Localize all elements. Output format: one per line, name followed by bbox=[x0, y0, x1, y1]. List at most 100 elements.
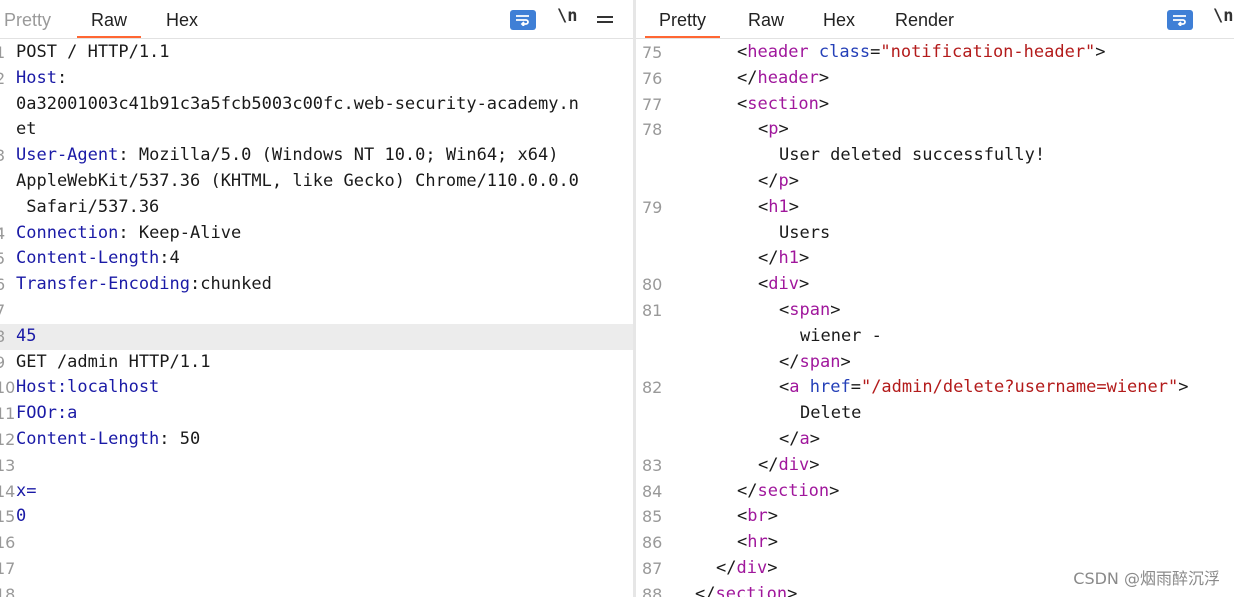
line-text: </a> bbox=[779, 427, 820, 453]
line-number: 2 bbox=[0, 68, 6, 88]
request-tab-pretty[interactable]: Pretty bbox=[4, 0, 51, 38]
code-line: 17 bbox=[0, 556, 633, 582]
line-text: <h1> bbox=[758, 195, 799, 221]
code-token: > bbox=[788, 196, 799, 217]
line-number: 5 bbox=[0, 249, 6, 269]
wrap-lines-icon[interactable] bbox=[1167, 10, 1193, 30]
code-token: wiener - bbox=[800, 325, 882, 346]
code-token: 0a32001003c41b91c3a5fcb5003c00fc.web-sec… bbox=[16, 93, 579, 114]
line-number: 82 bbox=[642, 378, 663, 398]
code-token: < bbox=[779, 377, 790, 398]
line-text: <div> bbox=[758, 272, 809, 298]
code-token: GET /admin HTTP/1.1 bbox=[16, 351, 211, 372]
code-token: et bbox=[16, 119, 37, 140]
line-text: wiener - bbox=[800, 324, 882, 350]
code-line: et bbox=[0, 117, 633, 143]
line-text: Delete bbox=[800, 401, 861, 427]
line-number: 80 bbox=[642, 275, 663, 295]
line-number: 7 bbox=[0, 300, 6, 320]
code-token: a bbox=[789, 377, 800, 398]
code-token: 0 bbox=[16, 506, 27, 527]
line-text: </div> bbox=[716, 556, 777, 582]
code-token: "notification-header" bbox=[880, 42, 1096, 62]
line-number: 77 bbox=[642, 94, 663, 114]
code-token: < bbox=[737, 42, 748, 62]
code-token: > bbox=[767, 557, 778, 578]
code-line: 78 <p> bbox=[636, 117, 1234, 143]
code-line: User deleted successfully! bbox=[636, 143, 1234, 169]
code-token: div bbox=[778, 454, 810, 475]
response-tabbar: Pretty Raw Hex Render \n bbox=[636, 0, 1234, 39]
line-text: 0 bbox=[16, 504, 26, 530]
watermark: CSDN @烟雨醉沉浮 bbox=[1073, 569, 1220, 588]
line-number: 76 bbox=[642, 68, 663, 88]
line-number: 85 bbox=[642, 507, 663, 527]
code-token: "/admin/delete?username=wiener" bbox=[860, 377, 1179, 398]
line-text: GET /admin HTTP/1.1 bbox=[16, 350, 210, 376]
code-line: 6 Transfer-Encoding:chunked bbox=[0, 272, 633, 298]
code-token: </ bbox=[695, 583, 716, 597]
line-number: 12 bbox=[0, 429, 16, 449]
request-tab-raw[interactable]: Raw bbox=[76, 0, 142, 38]
code-line: 2 Host: bbox=[0, 66, 633, 92]
line-number: 8 bbox=[0, 326, 6, 346]
code-line: </span> bbox=[636, 350, 1234, 376]
menu-icon[interactable] bbox=[597, 16, 613, 30]
line-number: 17 bbox=[0, 558, 16, 578]
request-tab-hex[interactable]: Hex bbox=[166, 0, 198, 38]
code-line: wiener - bbox=[636, 324, 1234, 350]
code-line: 76 </header> bbox=[636, 66, 1234, 92]
line-text: Safari/537.36 bbox=[16, 195, 159, 221]
line-text: </h1> bbox=[758, 246, 809, 272]
code-line: 13 bbox=[0, 453, 633, 479]
code-line: 14 x= bbox=[0, 479, 633, 505]
newline-toggle-icon[interactable]: \n bbox=[1213, 6, 1233, 28]
code-token: User deleted successfully! bbox=[779, 145, 1046, 166]
line-text: x= bbox=[16, 479, 36, 505]
code-line: 85 <br> bbox=[636, 504, 1234, 530]
wrap-lines-icon[interactable] bbox=[510, 10, 536, 30]
line-number: 15 bbox=[0, 507, 16, 527]
code-line: 16 bbox=[0, 530, 633, 556]
code-token: </ bbox=[716, 557, 737, 578]
code-line: 79 <h1> bbox=[636, 195, 1234, 221]
code-token: < bbox=[737, 93, 748, 114]
newline-toggle-icon[interactable]: \n bbox=[557, 6, 577, 28]
response-code-area[interactable]: 75 <header class="notification-header"> 76… bbox=[636, 40, 1234, 597]
code-line: 77 <section> bbox=[636, 92, 1234, 118]
code-token: header bbox=[757, 67, 819, 88]
line-number: 3 bbox=[0, 146, 6, 166]
code-token: header bbox=[747, 42, 809, 62]
code-token: p bbox=[778, 170, 789, 191]
response-tab-hex[interactable]: Hex bbox=[823, 0, 855, 38]
line-number: 10 bbox=[0, 378, 16, 398]
code-token: POST / HTTP/1.1 bbox=[16, 42, 170, 62]
code-line: 12 Content-Length: 50 bbox=[0, 427, 633, 453]
code-token: Content-Length bbox=[16, 428, 160, 449]
line-number: 13 bbox=[0, 455, 16, 475]
code-token: > bbox=[818, 93, 830, 114]
code-token: > bbox=[840, 351, 851, 372]
code-token: </ bbox=[737, 67, 758, 88]
code-token: section bbox=[715, 583, 788, 597]
response-tab-render[interactable]: Render bbox=[895, 0, 954, 38]
code-line: 7 bbox=[0, 298, 633, 324]
response-tab-pretty[interactable]: Pretty bbox=[644, 0, 721, 38]
code-token: :4 bbox=[159, 248, 180, 269]
line-number: 75 bbox=[642, 43, 663, 62]
code-token: : Keep-Alive bbox=[118, 222, 242, 243]
code-token: </ bbox=[758, 454, 779, 475]
code-token: </ bbox=[737, 480, 758, 501]
request-code-area[interactable]: 1 POST / HTTP/1.1 2 Host: 0a32001003c41b91c3… bbox=[0, 40, 633, 597]
line-text: <hr> bbox=[737, 530, 778, 556]
line-number: 84 bbox=[642, 481, 663, 501]
line-number: 16 bbox=[0, 533, 16, 553]
code-line: 4 Connection: Keep-Alive bbox=[0, 221, 633, 247]
response-tab-raw[interactable]: Raw bbox=[748, 0, 784, 38]
line-number: 1 bbox=[0, 43, 6, 62]
line-text: <br> bbox=[737, 504, 778, 530]
code-token: </ bbox=[779, 351, 800, 372]
line-text: <a href="/admin/delete?username=wiener"> bbox=[779, 375, 1188, 401]
line-text: </div> bbox=[758, 453, 819, 479]
code-token: span bbox=[789, 299, 831, 320]
